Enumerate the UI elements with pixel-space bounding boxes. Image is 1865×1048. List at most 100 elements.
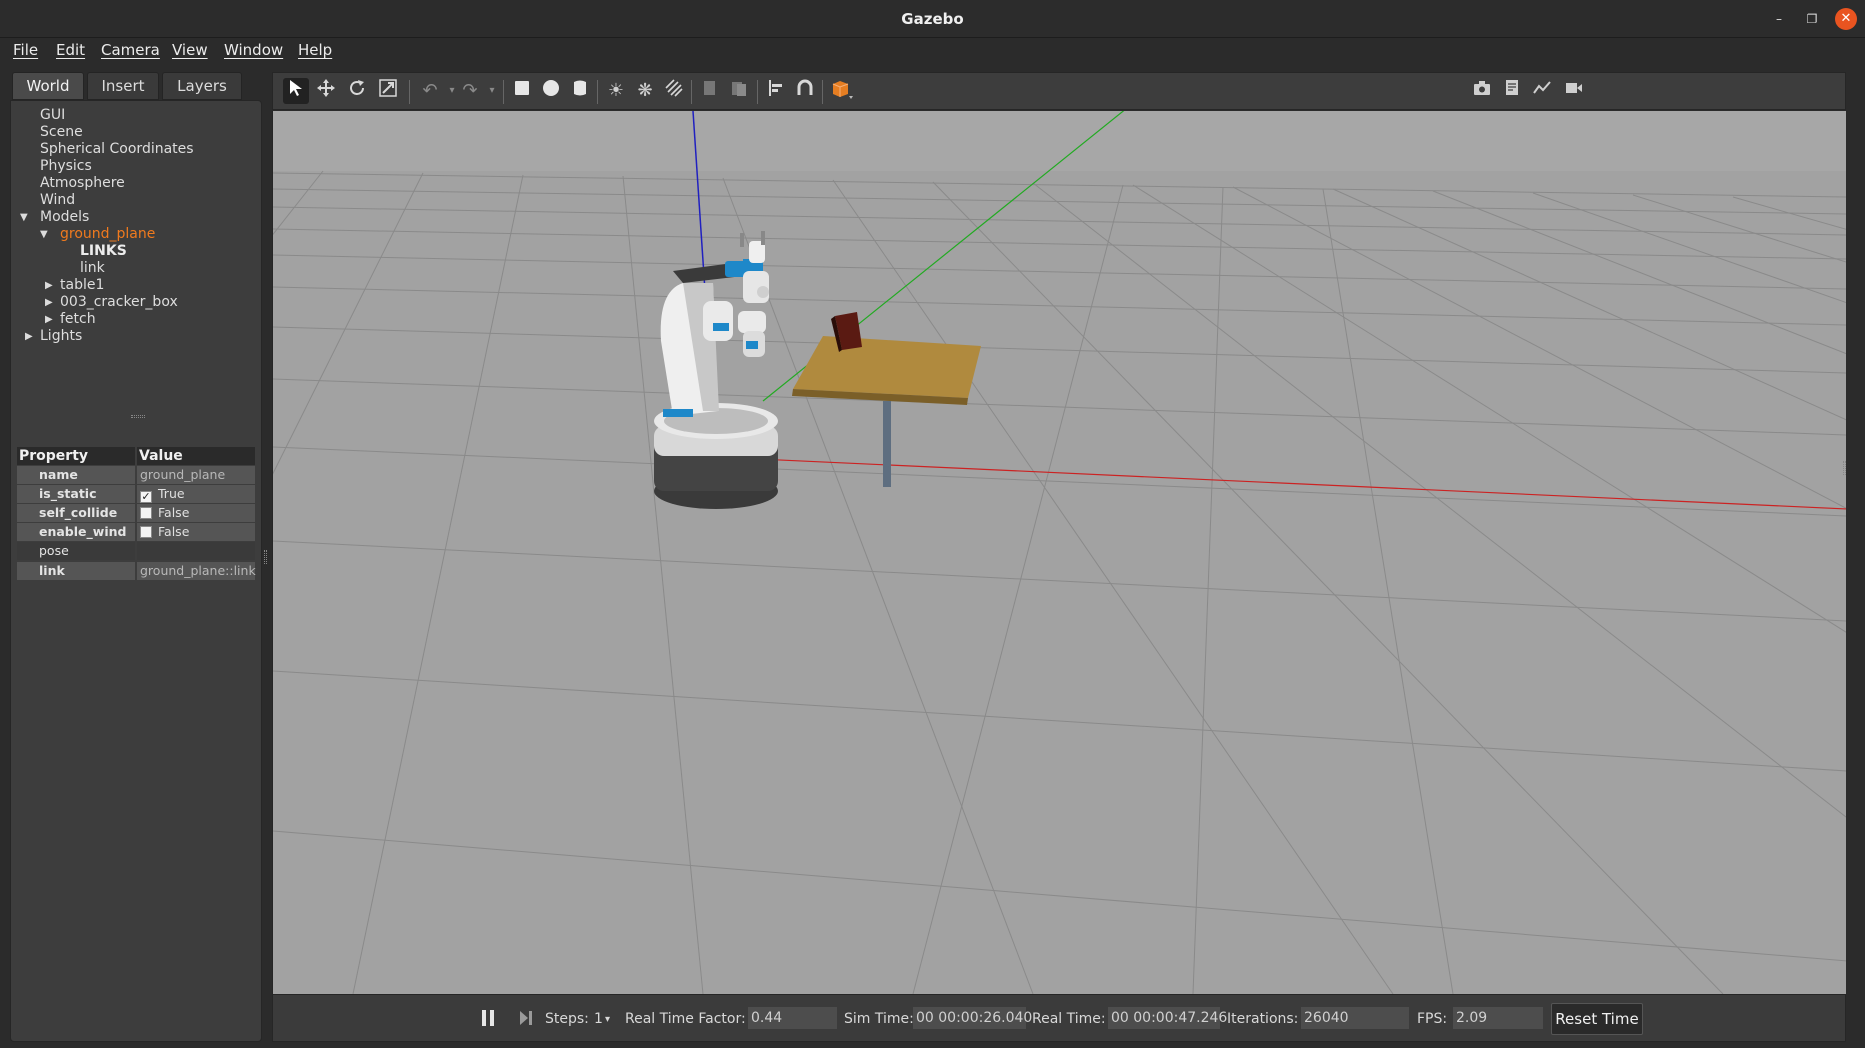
expand-down-icon[interactable]: ▼ (40, 229, 48, 240)
log-icon[interactable] (1499, 78, 1525, 104)
scene-render[interactable] (273, 111, 1846, 994)
rotate-icon[interactable] (344, 78, 370, 104)
tree-item-wind[interactable]: Wind (40, 192, 75, 208)
property-label: self_collide (17, 504, 135, 522)
point-light-icon[interactable]: ☀ (603, 78, 629, 104)
minimize-button[interactable]: – (1768, 8, 1790, 30)
tree-item-table1[interactable]: table1 (60, 277, 104, 293)
iterations-field: 26040 (1301, 1007, 1409, 1029)
rtf-label: Real Time Factor: (625, 1011, 746, 1027)
property-value[interactable]: ground_plane (137, 466, 255, 484)
left-panel-splitter[interactable] (264, 550, 267, 564)
self-collide-checkbox[interactable] (140, 507, 152, 519)
select-icon[interactable] (283, 78, 309, 104)
splitter-handle[interactable] (131, 415, 145, 418)
steps-value[interactable]: 1 (594, 1011, 603, 1027)
tree-item-physics[interactable]: Physics (40, 158, 92, 174)
screenshot-icon[interactable] (1469, 78, 1495, 104)
redo-dropdown-icon[interactable]: ▾ (479, 78, 505, 104)
bottom-bar: Steps: 1 ▾ Real Time Factor: 0.44 Sim Ti… (272, 994, 1846, 1042)
is-static-checkbox[interactable]: ✓ (140, 491, 152, 503)
toolbar-separator (691, 80, 692, 104)
plot-icon[interactable] (1529, 78, 1555, 104)
tree-item-fetch[interactable]: fetch (60, 311, 96, 327)
directional-light-icon[interactable] (661, 78, 687, 104)
toolbar-separator (597, 80, 598, 104)
property-label: pose (17, 542, 135, 560)
property-value-cell: False (137, 523, 255, 541)
menu-window[interactable]: Window (224, 41, 283, 59)
tree-item-models[interactable]: Models (40, 209, 89, 225)
tree-item-atmosphere[interactable]: Atmosphere (40, 175, 125, 191)
copy-icon[interactable] (697, 78, 723, 104)
property-value: ground_plane::link (137, 562, 256, 580)
tree-item-link[interactable]: link (80, 260, 105, 276)
property-table-header: Property Value (17, 447, 255, 465)
menu-bar: File Edit Camera View Window Help (0, 38, 1865, 62)
sphere-icon[interactable] (538, 78, 564, 104)
rtf-field: 0.44 (748, 1007, 837, 1029)
snap-icon[interactable] (792, 78, 818, 104)
tree-item-ground-plane[interactable]: ground_plane (60, 226, 155, 242)
maximize-button[interactable]: ❐ (1801, 8, 1823, 30)
spot-light-icon[interactable]: ❋ (632, 78, 658, 104)
view-angle-icon[interactable] (829, 78, 855, 104)
toolbar-separator (503, 80, 504, 104)
steps-dropdown-icon[interactable]: ▾ (605, 1014, 610, 1025)
toolbar-separator (409, 80, 410, 104)
tree-item-cracker-box[interactable]: 003_cracker_box (60, 294, 178, 310)
tab-world[interactable]: World (12, 72, 84, 100)
align-icon[interactable] (763, 78, 789, 104)
toolbar-separator (757, 80, 758, 104)
expand-right-icon[interactable]: ▶ (45, 314, 53, 325)
tree-item-scene[interactable]: Scene (40, 124, 83, 140)
step-icon[interactable] (517, 1008, 535, 1032)
menu-file[interactable]: File (13, 41, 38, 59)
property-row-is-static: is_static ✓ True (17, 485, 255, 503)
tab-insert[interactable]: Insert (87, 72, 159, 100)
property-row-link[interactable]: ▶ link ground_plane::link (17, 562, 256, 580)
tree-item-gui[interactable]: GUI (40, 107, 65, 123)
menu-camera[interactable]: Camera (101, 41, 160, 59)
pause-icon[interactable] (480, 1008, 496, 1032)
record-icon[interactable] (1561, 78, 1587, 104)
property-row-pose[interactable]: ▶ pose (17, 542, 255, 560)
tree-item-lights[interactable]: Lights (40, 328, 82, 344)
property-value: True (158, 486, 185, 501)
translate-icon[interactable] (313, 78, 339, 104)
reset-time-button[interactable]: Reset Time (1551, 1003, 1643, 1035)
real-time-label: Real Time: (1032, 1011, 1106, 1027)
property-row-enable-wind: enable_wind False (17, 523, 255, 541)
header-value: Value (137, 447, 255, 465)
tab-layers[interactable]: Layers (162, 72, 242, 100)
toolbar: ↶ ▾ ↷ ▾ ☀ ❋ (272, 72, 1846, 110)
expand-right-icon[interactable]: ▶ (25, 331, 33, 342)
right-panel-splitter[interactable] (1843, 461, 1846, 475)
3d-viewport[interactable] (272, 111, 1846, 994)
expand-right-icon[interactable]: ▶ (45, 280, 53, 291)
sim-time-field: 00 00:00:26.040 (913, 1007, 1032, 1029)
property-value: False (158, 524, 190, 539)
expand-right-icon[interactable]: ▶ (45, 297, 53, 308)
world-tree-panel: GUI Scene Spherical Coordinates Physics … (10, 100, 262, 1042)
tree-item-links-header: LINKS (80, 243, 127, 259)
enable-wind-checkbox[interactable] (140, 526, 152, 538)
menu-edit[interactable]: Edit (56, 41, 85, 59)
tree-item-spherical-coordinates[interactable]: Spherical Coordinates (40, 141, 194, 157)
left-panel: World Insert Layers GUI Scene Spherical … (10, 72, 262, 1042)
expand-down-icon[interactable]: ▼ (20, 212, 28, 223)
property-value: False (158, 505, 190, 520)
real-time-field: 00 00:00:47.246 (1108, 1007, 1227, 1029)
menu-help[interactable]: Help (298, 41, 332, 59)
paste-icon[interactable] (726, 78, 752, 104)
cylinder-icon[interactable] (567, 78, 593, 104)
box-icon[interactable] (509, 78, 535, 104)
property-label: link (17, 562, 135, 580)
close-button[interactable]: ✕ (1835, 8, 1857, 30)
menu-view[interactable]: View (172, 41, 208, 59)
scale-icon[interactable] (375, 78, 401, 104)
property-label: name (17, 466, 135, 484)
property-value (137, 542, 255, 560)
toolbar-separator (822, 80, 823, 104)
property-value-cell: ✓ True (137, 485, 255, 503)
